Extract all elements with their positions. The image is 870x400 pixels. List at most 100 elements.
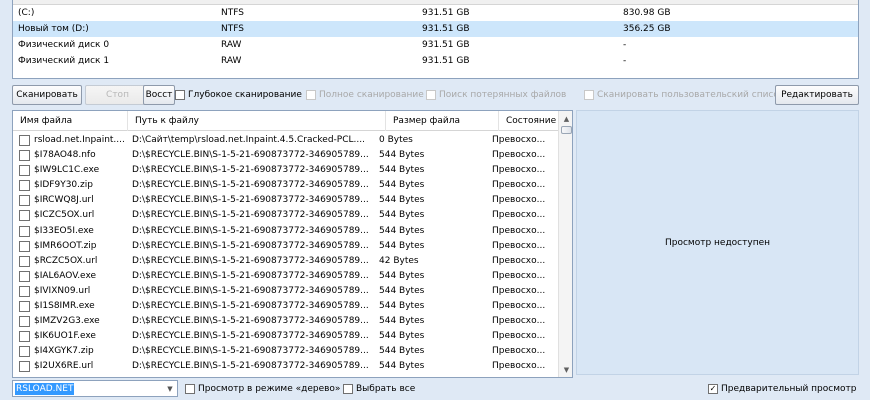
scroll-down-icon[interactable]: ▼ xyxy=(559,362,572,377)
file-state: Превосхо... xyxy=(492,331,546,342)
file-list-header: Имя файла Путь к файлу Размер файла Сост… xyxy=(13,111,558,131)
column-header-name[interactable]: Имя файла xyxy=(13,111,128,131)
disk-row[interactable]: Физический диск 1 RAW 931.51 GB - xyxy=(13,53,858,69)
disk-name: Физический диск 1 xyxy=(18,56,110,66)
file-state: Превосхо... xyxy=(492,270,546,281)
table-row[interactable]: $IRCWQ8J.url D:\$RECYCLE.BIN\S-1-5-21-690… xyxy=(13,193,558,208)
preview-checkbox-label: Предварительный просмотр xyxy=(721,384,857,394)
file-size: 544 Bytes xyxy=(379,240,425,251)
table-row[interactable]: rsload.net.Inpaint.... D:\Сайт\temp\rsloa… xyxy=(13,133,558,148)
row-checkbox[interactable] xyxy=(19,361,30,373)
file-size: 544 Bytes xyxy=(379,331,425,342)
file-name: $I78AO48.nfo xyxy=(34,150,96,161)
row-checkbox[interactable] xyxy=(19,346,30,358)
row-checkbox[interactable] xyxy=(19,270,30,282)
row-checkbox[interactable] xyxy=(19,255,30,267)
file-name: $IVIXN09.url xyxy=(34,285,91,296)
vertical-scrollbar[interactable]: ▲ ▼ xyxy=(558,111,572,377)
row-checkbox[interactable] xyxy=(19,210,30,222)
edit-button[interactable]: Редактировать xyxy=(775,85,859,105)
table-row[interactable]: $ICZC5OX.url D:\$RECYCLE.BIN\S-1-5-21-690… xyxy=(13,208,558,223)
row-checkbox[interactable] xyxy=(19,240,30,252)
file-size: 544 Bytes xyxy=(379,346,425,357)
row-checkbox[interactable] xyxy=(19,150,30,162)
toolbar: Сканировать Стоп Восст Глубокое сканиров… xyxy=(12,85,859,105)
table-row[interactable]: $RCZC5OX.url D:\$RECYCLE.BIN\S-1-5-21-690… xyxy=(13,254,558,269)
file-state: Превосхо... xyxy=(492,180,546,191)
row-checkbox[interactable] xyxy=(19,285,30,297)
row-checkbox[interactable] xyxy=(19,135,30,146)
row-checkbox[interactable] xyxy=(19,225,30,237)
column-header-size[interactable]: Размер файла xyxy=(386,111,499,131)
table-row[interactable]: $I78AO48.nfo D:\$RECYCLE.BIN\S-1-5-21-690… xyxy=(13,148,558,163)
file-path: D:\$RECYCLE.BIN\S-1-5-21-690873772-34690… xyxy=(132,195,369,206)
column-header-path[interactable]: Путь к файлу xyxy=(128,111,386,131)
table-row[interactable]: $IK6UO1F.exe D:\$RECYCLE.BIN\S-1-5-21-690… xyxy=(13,329,558,344)
row-checkbox[interactable] xyxy=(19,331,30,343)
file-state: Превосхо... xyxy=(492,195,546,206)
table-row[interactable]: $I33EO5I.exe D:\$RECYCLE.BIN\S-1-5-21-690… xyxy=(13,224,558,239)
disk-free: - xyxy=(623,56,627,66)
disk-row[interactable]: Новый том (D:) NTFS 931.51 GB 356.25 GB xyxy=(13,21,858,37)
full-scan-label: Полное сканирование xyxy=(319,90,424,100)
file-path: D:\$RECYCLE.BIN\S-1-5-21-690873772-34690… xyxy=(132,331,369,342)
preview-checkbox[interactable]: ✓ Предварительный просмотр xyxy=(708,383,856,395)
table-row[interactable]: $I2UX6RE.url D:\$RECYCLE.BIN\S-1-5-21-690… xyxy=(13,359,558,374)
row-checkbox[interactable] xyxy=(19,180,30,192)
restore-button[interactable]: Восст xyxy=(143,85,175,105)
row-checkbox[interactable] xyxy=(19,316,30,328)
file-path: D:\$RECYCLE.BIN\S-1-5-21-690873772-34690… xyxy=(132,165,369,176)
disk-size: 931.51 GB xyxy=(422,40,470,50)
disk-free: 830.98 GB xyxy=(623,8,671,18)
stop-button[interactable]: Стоп xyxy=(85,85,150,105)
select-all-checkbox[interactable]: Выбрать все xyxy=(343,383,415,395)
select-all-box[interactable] xyxy=(343,384,353,394)
scrollbar-thumb[interactable] xyxy=(561,126,572,134)
scroll-up-icon[interactable]: ▲ xyxy=(559,111,572,126)
custom-list-box[interactable] xyxy=(584,90,594,100)
file-name: $I1S8IMR.exe xyxy=(34,301,95,312)
file-name: $IMZV2G3.exe xyxy=(34,316,100,327)
file-name: $I33EO5I.exe xyxy=(34,225,94,236)
file-name: $IK6UO1F.exe xyxy=(34,331,96,342)
checkmark-icon[interactable]: ✓ xyxy=(708,384,718,394)
full-scan-box[interactable] xyxy=(306,90,316,100)
file-path: D:\$RECYCLE.BIN\S-1-5-21-690873772-34690… xyxy=(132,210,369,221)
full-scan-checkbox[interactable]: Полное сканирование xyxy=(306,89,424,101)
file-state: Превосхо... xyxy=(492,361,546,372)
row-checkbox[interactable] xyxy=(19,165,30,177)
file-size: 544 Bytes xyxy=(379,225,425,236)
column-header-state[interactable]: Состояние xyxy=(499,111,558,131)
file-size: 544 Bytes xyxy=(379,210,425,221)
tree-view-checkbox[interactable]: Просмотр в режиме «дерево» xyxy=(185,383,340,395)
table-row[interactable]: $IW9LC1C.exe D:\$RECYCLE.BIN\S-1-5-21-690… xyxy=(13,163,558,178)
custom-list-checkbox[interactable]: Сканировать пользовательский список xyxy=(584,89,784,101)
table-row[interactable]: $IMR6OOT.zip D:\$RECYCLE.BIN\S-1-5-21-690… xyxy=(13,239,558,254)
table-row[interactable]: $I1S8IMR.exe D:\$RECYCLE.BIN\S-1-5-21-690… xyxy=(13,299,558,314)
table-row[interactable]: $IDF9Y30.zip D:\$RECYCLE.BIN\S-1-5-21-690… xyxy=(13,178,558,193)
chevron-down-icon[interactable]: ▼ xyxy=(163,381,177,396)
table-row[interactable]: $IAL6AOV.exe D:\$RECYCLE.BIN\S-1-5-21-690… xyxy=(13,269,558,284)
row-checkbox[interactable] xyxy=(19,301,30,313)
disk-row[interactable]: (C:) NTFS 931.51 GB 830.98 GB xyxy=(13,5,858,21)
disk-row[interactable]: Физический диск 0 RAW 931.51 GB - xyxy=(13,37,858,53)
file-path: D:\$RECYCLE.BIN\S-1-5-21-690873772-34690… xyxy=(132,270,369,281)
table-row[interactable]: $I4XGYK7.zip D:\$RECYCLE.BIN\S-1-5-21-690… xyxy=(13,344,558,359)
table-row[interactable]: $IVIXN09.url D:\$RECYCLE.BIN\S-1-5-21-690… xyxy=(13,284,558,299)
scan-button[interactable]: Сканировать xyxy=(12,85,82,105)
lost-files-box[interactable] xyxy=(426,90,436,100)
row-checkbox[interactable] xyxy=(19,195,30,207)
file-list: Имя файла Путь к файлу Размер файла Сост… xyxy=(12,110,573,378)
file-name: $IAL6AOV.exe xyxy=(34,270,97,281)
deep-scan-checkbox[interactable]: Глубокое сканирование xyxy=(175,89,302,101)
filter-combobox[interactable]: RSLOAD.NET ▼ xyxy=(12,380,178,397)
filter-combobox-value[interactable]: RSLOAD.NET xyxy=(15,383,75,395)
lost-files-checkbox[interactable]: Поиск потерянных файлов xyxy=(426,89,566,101)
select-all-label: Выбрать все xyxy=(356,384,416,394)
tree-view-box[interactable] xyxy=(185,384,195,394)
deep-scan-box[interactable] xyxy=(175,90,185,100)
file-name: $IDF9Y30.zip xyxy=(34,180,93,191)
file-size: 544 Bytes xyxy=(379,316,425,327)
file-name: $RCZC5OX.url xyxy=(34,255,98,266)
table-row[interactable]: $IMZV2G3.exe D:\$RECYCLE.BIN\S-1-5-21-690… xyxy=(13,314,558,329)
